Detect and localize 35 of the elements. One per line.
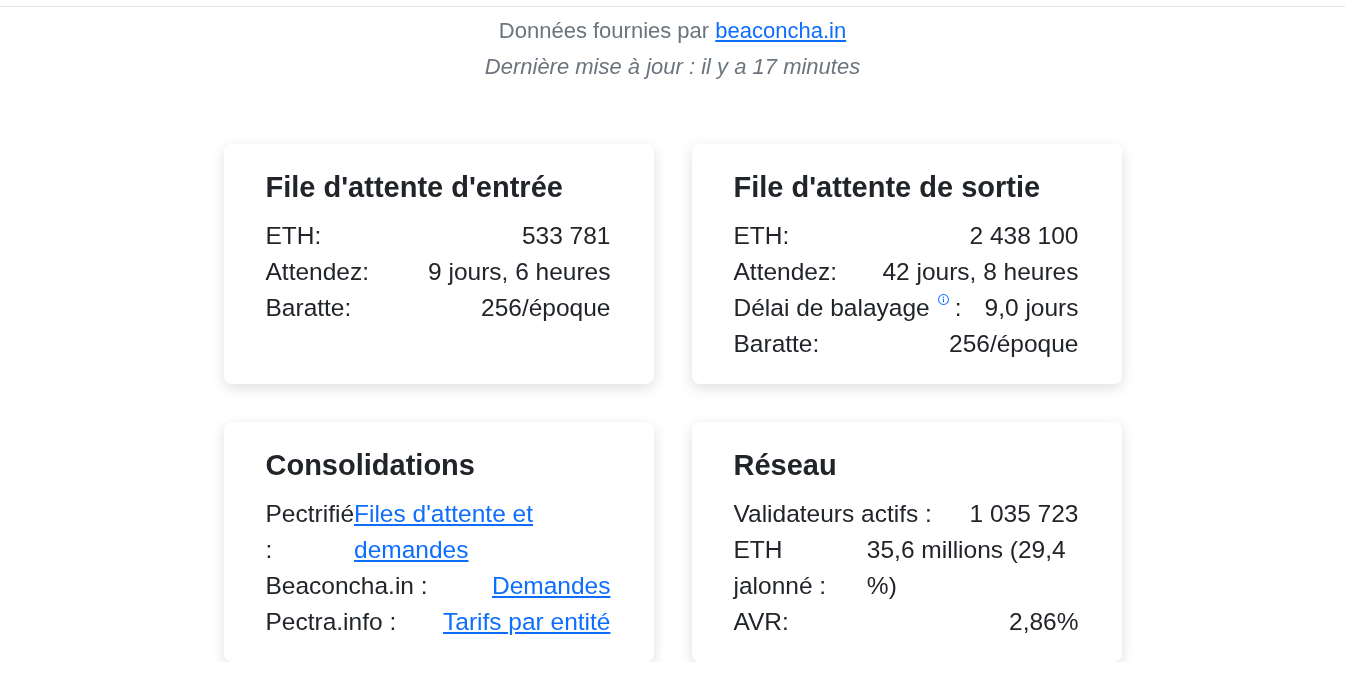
source-link[interactable]: beaconcha.in (715, 18, 847, 43)
card-title: Consolidations (265, 448, 476, 483)
row-value: 9,0 jours (984, 293, 1079, 323)
card-title: Réseau (733, 448, 838, 483)
row-label: Beaconcha.in : (265, 571, 428, 601)
data-source-text: Données fournies par beaconcha.in (497, 17, 848, 45)
row-value: 2 438 100 (969, 221, 1079, 251)
row-value: 256/époque (481, 293, 611, 323)
value-link[interactable]: Tarifs par entité (443, 604, 611, 640)
row-value: 42 jours, 8 heures (882, 257, 1079, 287)
row-label: AVR: (733, 607, 789, 637)
row-value: 2,86% (1009, 607, 1079, 637)
row-label: ETH: (733, 221, 790, 251)
card-title: File d'attente d'entrée (265, 170, 564, 205)
row-value: 533 781 (521, 221, 611, 251)
row-label: Délai de balayage (733, 294, 930, 321)
row-label: Baratte: (733, 329, 820, 359)
row-label: Baratte: (265, 293, 352, 323)
row-label: Attendez: (733, 257, 837, 287)
row-label: : (954, 294, 962, 321)
row-value: 1 035 723 (969, 499, 1079, 529)
row-value: 35,6 millions (29,4 %) (866, 535, 1067, 601)
value-link[interactable]: Demandes (492, 568, 611, 604)
row-label: Pectrifié : (265, 499, 354, 565)
row-label: ETH jalonné : (733, 535, 828, 601)
row-label: ETH: (265, 221, 322, 251)
value-link[interactable]: Files d'attente et demandes (354, 496, 611, 568)
row-label: Pectra.info : (265, 607, 397, 637)
row-value: 256/époque (949, 329, 1079, 359)
row-label: Attendez: (265, 257, 369, 287)
info-icon[interactable] (937, 294, 949, 305)
row-value: 9 jours, 6 heures (428, 257, 611, 287)
last-updated-text: Dernière mise à jour : il y a 17 minutes (483, 53, 862, 81)
row-label: Validateurs actifs : (733, 499, 932, 529)
card-title: File d'attente de sortie (733, 170, 1042, 205)
